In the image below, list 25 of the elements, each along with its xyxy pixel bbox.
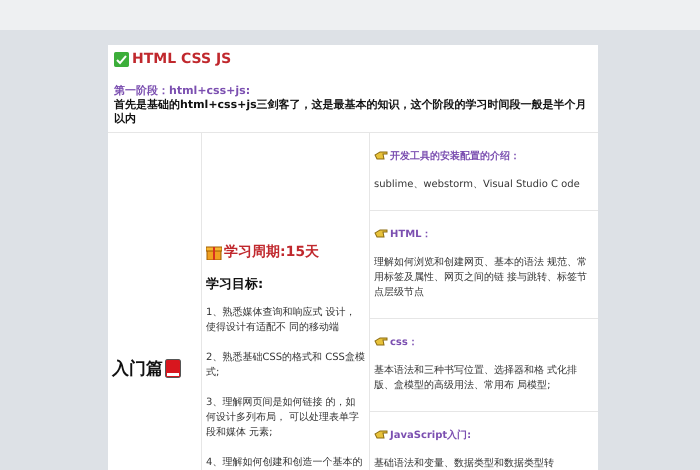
pointing-hand-icon	[374, 428, 388, 438]
topic-description: 基础语法和变量、数据类型和数据类型转	[374, 456, 555, 470]
topic-description: 基本语法和三种书写位置、选择器和格 式化排版、盒模型的高级用法、常用布 局模型;	[374, 364, 578, 393]
topic-description: sublime、webstorm、Visual Studio C ode	[374, 178, 581, 192]
topic-title: HTML：	[390, 228, 432, 241]
level-label: 入门篇	[112, 358, 163, 380]
stage-description: 首先是基础的html+css+js三剑客了，这是最基本的知识，这个阶段的学习时间段一般是半个月以内	[114, 98, 588, 126]
pointing-hand-icon	[374, 150, 388, 160]
goal-item: 4、理解如何创建和创造一个基本的	[206, 456, 364, 470]
check-icon	[114, 52, 129, 66]
goal-item: 3、理解网页间是如何链接 的，如何设计多列布局， 可以处理表单字段和媒体 元素;	[206, 396, 360, 440]
stage-heading: 第一阶段：html+css+js:	[114, 83, 252, 98]
gift-icon	[206, 244, 222, 260]
book-icon	[165, 358, 181, 378]
goal-item: 2、熟悉基础CSS的格式和 CSS盒模式;	[206, 350, 365, 380]
topic-description: 理解如何浏览和创建网页、基本的语法 规范、常用标签及属性、网页之间的链 接与跳转、标签节点层级节点	[374, 256, 588, 300]
topic-title: 开发工具的安装配置的介绍：	[390, 149, 520, 163]
pointing-hand-icon	[374, 336, 388, 346]
topic-title: css：	[390, 336, 418, 349]
goals-heading: 学习目标:	[206, 276, 264, 293]
goal-item: 1、熟悉媒体查询和响应式 设计，使得设计有适配不 同的移动端	[206, 306, 357, 335]
section-title: HTML CSS JS	[132, 51, 232, 67]
study-period: 学习周期:15天	[224, 243, 320, 261]
pointing-hand-icon	[374, 228, 388, 238]
topic-title: JavaScript入门:	[390, 428, 472, 442]
